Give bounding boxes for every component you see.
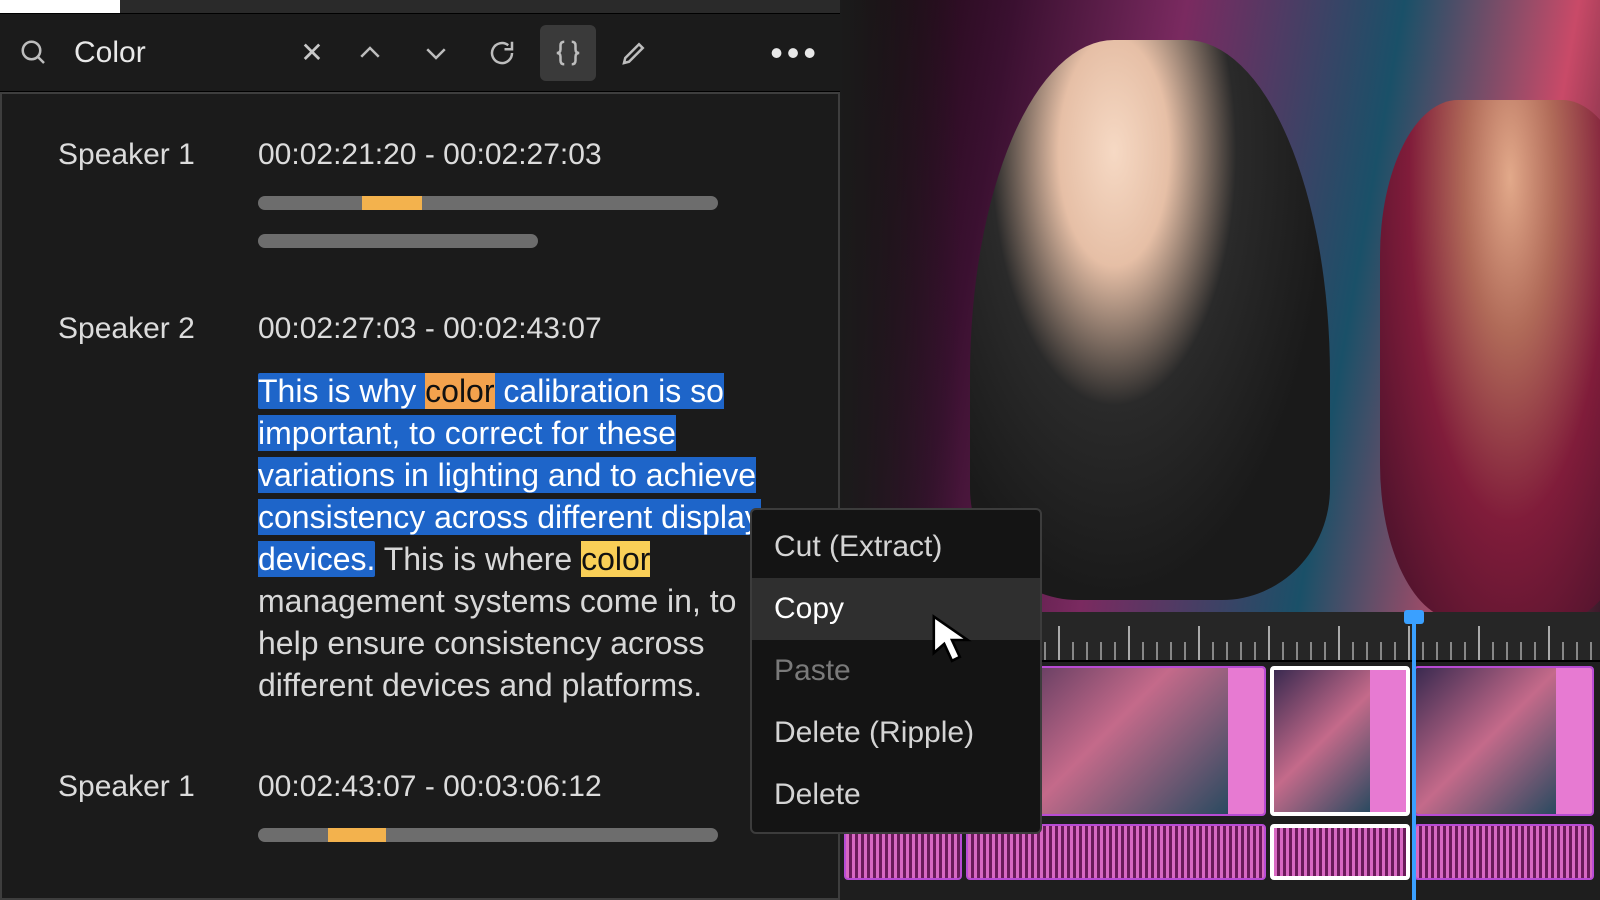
audio-clip[interactable] [1414,824,1594,880]
menu-item-copy[interactable]: Copy [752,578,1040,640]
ruler-tick [1576,642,1578,660]
ruler-tick [1212,642,1214,660]
clip-handle[interactable] [1556,668,1592,814]
match-highlight [328,828,386,842]
refresh-button[interactable] [474,25,530,81]
ruler-tick [1450,642,1452,660]
search-match: color [581,541,650,577]
ruler-tick [1534,642,1536,660]
ruler-tick [1562,642,1564,660]
waveform-track[interactable] [258,828,718,842]
ruler-tick [1058,626,1060,660]
clip-thumbnail [1416,668,1556,814]
transcript-entry: Speaker 1 00:02:21:20 - 00:02:27:03 [2,94,838,268]
ruler-tick [1156,642,1158,660]
mouse-cursor-icon [930,614,974,671]
search-input[interactable] [72,35,232,71]
timeline-clip[interactable] [1270,666,1410,816]
ruler-tick [1324,642,1326,660]
ruler-tick [1240,642,1242,660]
menu-item-delete[interactable]: Delete [752,764,1040,826]
ruler-tick [1520,642,1522,660]
ruler-tick [1100,642,1102,660]
waveform-track[interactable] [258,234,538,248]
ruler-tick [1352,642,1354,660]
speaker-label: Speaker 1 [58,770,218,804]
menu-item-delete-ripple[interactable]: Delete (Ripple) [752,702,1040,764]
search-field-wrap [72,25,282,81]
clip-handle[interactable] [1370,670,1406,812]
ruler-tick [1254,642,1256,660]
speaker-label: Speaker 1 [58,138,218,172]
playhead[interactable] [1412,612,1416,900]
timecode-range: 00:02:21:20 - 00:02:27:03 [258,138,788,172]
ruler-tick [1408,626,1410,660]
ruler-tick [1380,642,1382,660]
menu-item-cut-extract[interactable]: Cut (Extract) [752,516,1040,578]
ruler-tick [1590,642,1592,660]
more-options-button[interactable]: ••• [770,32,820,74]
ruler-tick [1436,642,1438,660]
ruler-tick [1394,642,1396,660]
transcript-entry: Speaker 1 00:02:43:07 - 00:03:06:12 [2,726,838,886]
transcript-entry: Speaker 2 00:02:27:03 - 00:02:43:07 This… [2,268,838,726]
menu-item-paste: Paste [752,640,1040,702]
audio-clip[interactable] [1270,824,1410,880]
clip-handle[interactable] [1228,668,1264,814]
waveform-track[interactable] [258,196,718,210]
ruler-tick [1114,642,1116,660]
timeline-clip[interactable] [1414,666,1594,816]
ruler-tick [1422,642,1424,660]
timecode-range: 00:02:27:03 - 00:02:43:07 [258,312,788,346]
transcript-text[interactable]: This is why color calibration is so impo… [258,370,788,706]
ruler-tick [1478,626,1480,660]
clear-search-button[interactable]: ✕ [292,36,332,69]
context-menu: Cut (Extract) Copy Paste Delete (Ripple)… [750,508,1042,834]
search-icon[interactable] [6,25,62,81]
panel-progress-strip [0,0,840,14]
preview-subject [1380,100,1600,620]
ruler-tick [1464,642,1466,660]
transcript-panel: Speaker 1 00:02:21:20 - 00:02:27:03 Spea… [0,92,840,900]
ruler-tick [1142,642,1144,660]
code-brackets-button[interactable] [540,25,596,81]
ruler-tick [1296,642,1298,660]
transcript-toolbar: ✕ ••• [0,14,840,92]
match-highlight [362,196,422,210]
ruler-tick [1492,642,1494,660]
ruler-tick [1226,642,1228,660]
ruler-tick [1044,642,1046,660]
panel-progress-fill [0,0,120,13]
timecode-range: 00:02:43:07 - 00:03:06:12 [258,770,788,804]
ruler-tick [1198,626,1200,660]
ruler-tick [1268,626,1270,660]
clip-thumbnail [1274,670,1370,812]
ruler-tick [1366,642,1368,660]
ruler-tick [1310,642,1312,660]
ruler-tick [1548,626,1550,660]
ruler-tick [1184,642,1186,660]
ruler-tick [1506,642,1508,660]
ruler-tick [1072,642,1074,660]
ruler-tick [1282,642,1284,660]
next-match-button[interactable] [408,25,464,81]
search-match: color [425,373,494,409]
ruler-tick [1086,642,1088,660]
edit-pencil-button[interactable] [606,25,662,81]
ruler-tick [1128,626,1130,660]
ruler-tick [1338,626,1340,660]
ruler-tick [1170,642,1172,660]
prev-match-button[interactable] [342,25,398,81]
speaker-label: Speaker 2 [58,312,218,346]
